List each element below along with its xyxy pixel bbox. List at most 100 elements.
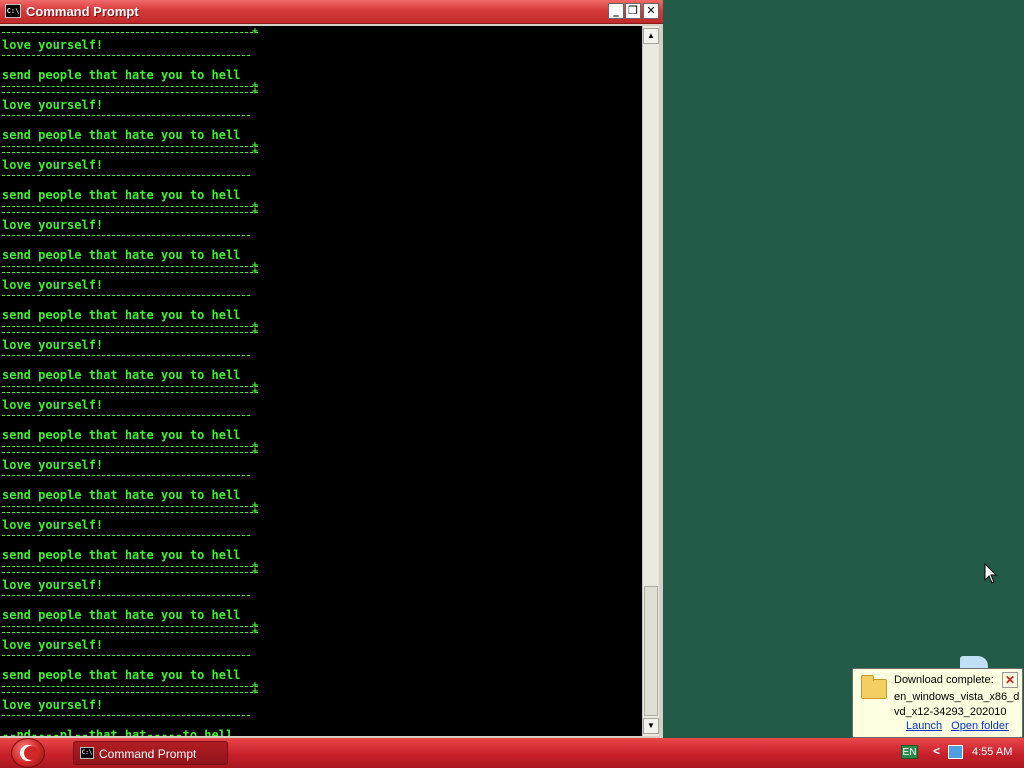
console-line: send people that hate you to hell [2,368,241,382]
separator-line [2,32,258,33]
separator-line [2,595,250,596]
taskbar: C:\ Command Prompt [0,738,1024,768]
separator-line [2,332,258,333]
console-line: love yourself! [2,698,104,712]
separator-line [2,475,250,476]
separator-line [2,626,258,627]
network-icon[interactable] [948,745,963,759]
language-indicator[interactable]: EN [901,745,918,759]
title-bar[interactable]: C:\ Command Prompt _ ❐ ✕ [0,0,663,24]
separator-plus: + [252,686,259,697]
console-line: send people that hate you to hell [2,248,241,262]
console-line: send people that hate you to hell [2,548,241,562]
separator-line [2,212,258,213]
separator-plus: + [252,626,259,637]
separator-line [2,566,258,567]
console-line: love yourself! [2,518,104,532]
folder-icon [861,675,887,699]
separator-line [2,152,258,153]
open-folder-link[interactable]: Open folder [951,720,1008,732]
separator-line [2,715,250,716]
separator-line [2,692,258,693]
separator-plus: + [252,506,259,517]
separator-line [2,92,258,93]
console-line: love yourself! [2,158,104,172]
separator-line [2,452,258,453]
separator-plus: + [252,146,259,157]
cmd-icon[interactable]: C:\ [5,4,21,18]
console-line: send people that hate you to hell [2,668,241,682]
console-line: --nd----pl--that hat-----to hell [2,728,234,736]
close-icon[interactable]: ✕ [1002,672,1018,688]
separator-line [2,146,258,147]
separator-line [2,572,258,573]
command-prompt-window[interactable]: C:\ Command Prompt _ ❐ ✕ + love yourself!… [0,0,663,738]
notification-heading: Download complete: [894,674,994,686]
clock[interactable]: 4:55 AM [972,746,1012,758]
console-line: send people that hate you to hell [2,488,241,502]
scroll-down-arrow-icon[interactable]: ▼ [643,718,659,734]
taskbar-button-label: Command Prompt [99,747,197,761]
separator-line [2,506,258,507]
scroll-thumb[interactable] [644,586,658,716]
console-line: love yourself! [2,338,104,352]
separator-line [2,632,258,633]
separator-plus: + [252,446,259,457]
console-line: love yourself! [2,278,104,292]
show-hidden-icons-icon[interactable]: < [933,744,940,758]
console-line: love yourself! [2,578,104,592]
console-line: send people that hate you to hell [2,188,241,202]
console-line: send people that hate you to hell [2,68,241,82]
console-line: love yourself! [2,458,104,472]
separator-line [2,175,250,176]
close-button[interactable]: ✕ [643,3,659,19]
separator-line [2,295,250,296]
cmd-icon: C:\ [80,747,94,759]
vertical-scrollbar[interactable]: ▲ ▼ [642,26,659,736]
console-line: love yourself! [2,638,104,652]
console-line: love yourself! [2,38,104,52]
separator-plus: + [252,26,259,37]
system-tray: EN < 4:55 AM [895,738,1024,768]
separator-line [2,512,258,513]
start-orb-icon[interactable] [11,738,45,768]
separator-line [2,86,258,87]
console-line: send people that hate you to hell [2,128,241,142]
separator-plus: + [252,386,259,397]
separator-line [2,655,250,656]
separator-line [2,446,258,447]
separator-line [2,686,258,687]
separator-line [2,386,258,387]
launch-link[interactable]: Launch [906,720,942,732]
console-line: send people that hate you to hell [2,428,241,442]
scroll-up-arrow-icon[interactable]: ▲ [643,28,659,44]
separator-line [2,392,258,393]
restore-button[interactable]: ❐ [625,3,641,19]
separator-line [2,326,258,327]
console-line: love yourself! [2,98,104,112]
minimize-button[interactable]: _ [608,3,624,19]
separator-line [2,55,250,56]
separator-line [2,115,250,116]
notification-filename: en_windows_vista_x86_dvd_x12-34293_20201… [894,691,1020,718]
window-title: Command Prompt [26,4,139,19]
separator-line [2,272,258,273]
separator-plus: + [252,266,259,277]
separator-line [2,206,258,207]
separator-line [2,415,250,416]
separator-line [2,355,250,356]
separator-plus: + [252,86,259,97]
separator-plus: + [252,326,259,337]
console-line: send people that hate you to hell [2,308,241,322]
separator-plus: + [252,566,259,577]
separator-line [2,235,250,236]
taskbar-button-command-prompt[interactable]: C:\ Command Prompt [73,741,228,765]
console-line: love yourself! [2,218,104,232]
download-notification[interactable]: Download complete: ✕ en_windows_vista_x8… [852,668,1023,738]
console-line: love yourself! [2,398,104,412]
separator-line [2,535,250,536]
separator-plus: + [252,206,259,217]
console-line: send people that hate you to hell [2,608,241,622]
separator-line [2,266,258,267]
console-output[interactable]: + love yourself! send people that hate you… [0,26,642,736]
